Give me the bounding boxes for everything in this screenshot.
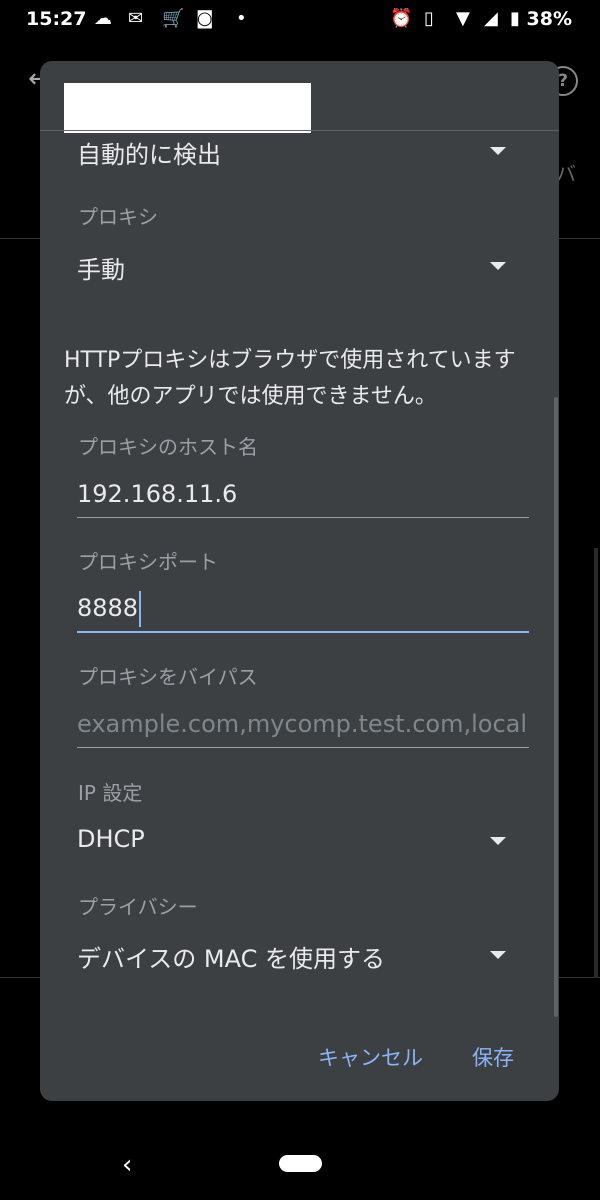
privacy-label: プライバシー — [78, 895, 198, 919]
proxy-port-label: プロキシポート — [78, 550, 218, 574]
nav-home-pill[interactable] — [279, 1155, 322, 1172]
proxy-host-input[interactable] — [77, 477, 529, 518]
text-cursor — [139, 591, 141, 627]
background-text: バ — [556, 162, 576, 186]
dialog-scrollbar[interactable] — [554, 397, 558, 1017]
clock: 15:27 — [26, 8, 87, 30]
battery-percentage: 38% — [526, 8, 572, 30]
network-dialog: 自動的に検出 プロキシ 手動 HTTPプロキシはブラウザで使用されていますが、他… — [40, 61, 559, 1101]
proxy-bypass-label: プロキシをバイパス — [78, 665, 258, 689]
ip-settings-value: DHCP — [77, 825, 145, 853]
cart-icon: 🛒 — [162, 8, 185, 29]
signal-icon: ◢ — [484, 8, 498, 29]
privacy-value: デバイスの MAC を使用する — [77, 945, 385, 973]
proxy-value: 手動 — [77, 256, 125, 284]
proxy-port-input[interactable] — [77, 591, 529, 633]
proxy-bypass-input[interactable] — [77, 707, 529, 748]
proxy-auto-value: 自動的に検出 — [77, 141, 221, 169]
chevron-down-icon — [490, 147, 506, 155]
gmail-icon: ✉ — [128, 8, 144, 29]
proxy-label: プロキシ — [78, 205, 158, 229]
vibrate-icon: ▯ — [424, 8, 434, 29]
background-scrollbar — [594, 548, 598, 978]
status-bar: 15:27 ☁ ✉ 🛒 ◙ • ⏰ ▯ ▼ ◢ ▮ 38% — [0, 0, 600, 38]
chevron-down-icon — [490, 951, 506, 959]
app-icon: ◙ — [196, 8, 214, 29]
battery-icon: ▮ — [510, 8, 520, 29]
title-divider — [40, 130, 559, 131]
proxy-notice: HTTPプロキシはブラウザで使用されていますが、他のアプリでは使用できません。 — [64, 348, 516, 409]
chevron-down-icon — [490, 262, 506, 270]
ip-settings-label: IP 設定 — [78, 781, 143, 805]
screen: 15:27 ☁ ✉ 🛒 ◙ • ⏰ ▯ ▼ ◢ ▮ 38% ← ? バ 自動的に… — [0, 0, 600, 1200]
save-button[interactable]: 保存 — [466, 1041, 520, 1073]
chevron-down-icon — [490, 837, 506, 845]
dot-icon: • — [236, 8, 247, 29]
cancel-button[interactable]: キャンセル — [312, 1041, 429, 1073]
dialog-title-redacted — [64, 83, 311, 133]
alarm-icon: ⏰ — [390, 8, 413, 29]
proxy-host-label: プロキシのホスト名 — [78, 435, 258, 459]
nav-back-icon[interactable]: ‹ — [122, 1150, 132, 1180]
weather-icon: ☁ — [94, 8, 112, 29]
wifi-icon: ▼ — [456, 8, 470, 29]
